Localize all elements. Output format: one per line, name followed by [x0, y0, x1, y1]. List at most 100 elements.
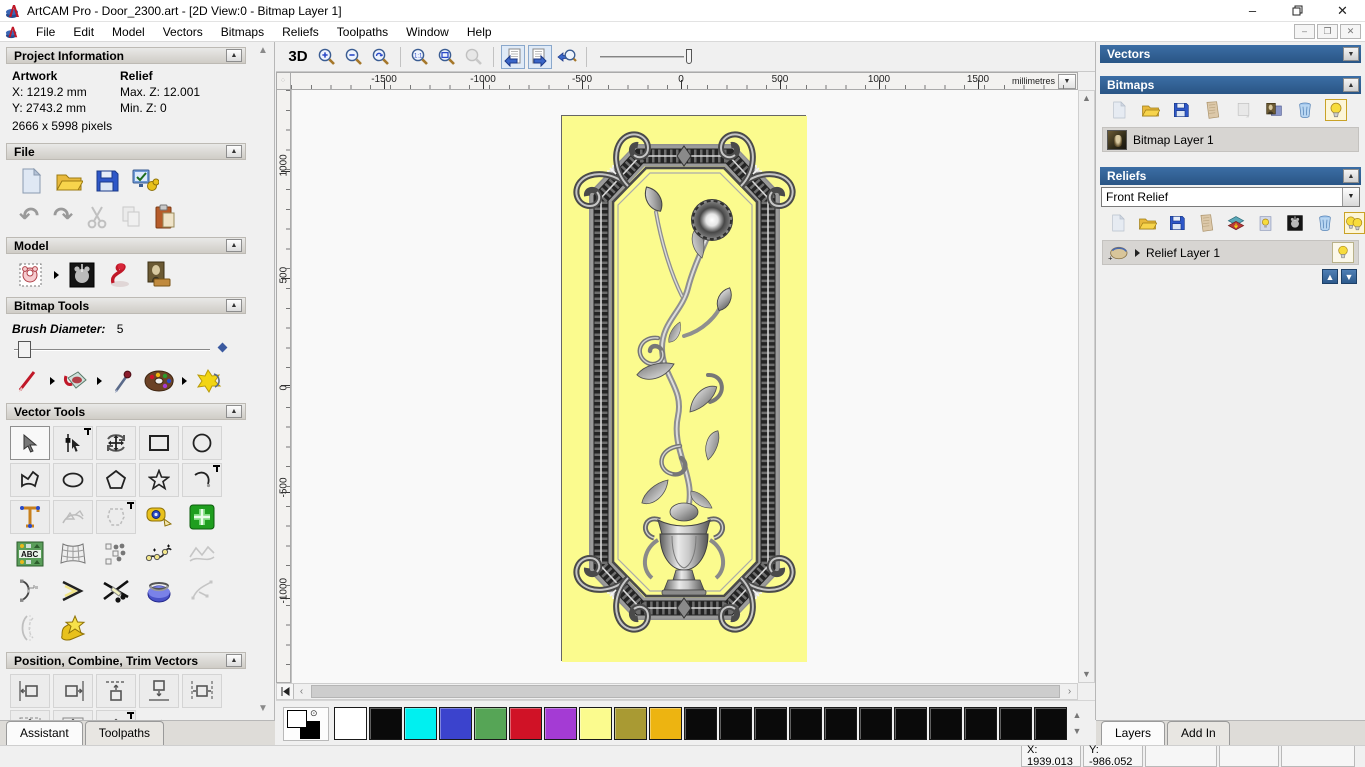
tool-block-paste[interactable] [96, 537, 136, 571]
menu-edit[interactable]: Edit [64, 23, 103, 41]
relief-sheet-visibility-button[interactable] [1256, 212, 1277, 234]
scatter-copies-button[interactable] [139, 710, 179, 720]
zoom-out-button[interactable] [342, 45, 366, 69]
scan-relief-button[interactable] [1197, 212, 1218, 234]
open-relief-layer-button[interactable] [1138, 212, 1159, 234]
collapse-bitmaps-button[interactable]: ▲ [1343, 78, 1359, 92]
minimize-button[interactable]: – [1230, 0, 1275, 21]
tool-create-arc[interactable] [182, 463, 222, 497]
zoom-fit-button[interactable] [435, 45, 459, 69]
align-top-button[interactable] [96, 674, 136, 708]
nesting-button[interactable]: Nes [182, 710, 222, 721]
flood-fill-bucket-button[interactable] [61, 368, 91, 394]
relief-layer-visibility-button[interactable] [1332, 242, 1354, 263]
palette-swatch[interactable] [439, 707, 472, 740]
scroll-down-icon[interactable]: ▼ [1079, 667, 1094, 682]
palette-scroll-up-icon[interactable]: ▲ [1069, 707, 1085, 723]
tool-offset-vector[interactable] [10, 611, 50, 645]
palette-scrollbar[interactable]: ▲ ▼ [1069, 707, 1085, 741]
light-material-button[interactable] [103, 260, 137, 290]
flood-fill-flyout-arrow[interactable] [97, 377, 102, 385]
collapse-project-information-button[interactable]: ▲ [226, 49, 242, 62]
tool-create-polygon[interactable] [96, 463, 136, 497]
slider-handle[interactable] [18, 341, 31, 358]
tab-layers[interactable]: Layers [1101, 721, 1166, 745]
tool-create-rectangle[interactable] [139, 426, 179, 460]
tool-node-fit[interactable] [182, 574, 222, 608]
ruler-units-dropdown-button[interactable]: ▼ [1058, 74, 1076, 89]
canvas-2d-view[interactable] [291, 90, 1078, 683]
zoom-previous-button[interactable] [369, 45, 393, 69]
previous-bitmap-layer-button[interactable] [501, 44, 525, 69]
center-both-button[interactable] [53, 710, 93, 720]
fade-slider-handle[interactable] [686, 48, 692, 64]
load-bitmap-button[interactable] [141, 260, 175, 290]
collapse-bitmap-tools-button[interactable]: ▲ [226, 299, 242, 312]
relief-layer-row[interactable]: + Relief Layer 1 [1102, 240, 1359, 265]
palette-swatch[interactable] [649, 707, 682, 740]
palette-swatch[interactable] [404, 707, 437, 740]
scroll-right-icon[interactable]: › [1062, 686, 1077, 697]
palette-scroll-down-icon[interactable]: ▼ [1069, 723, 1085, 739]
palette-swatch[interactable] [964, 707, 997, 740]
save-file-button[interactable] [90, 166, 124, 196]
collapse-position-button[interactable]: ▲ [226, 654, 242, 667]
redo-button[interactable]: ↷ [48, 204, 78, 230]
scroll-left-icon[interactable]: ‹ [294, 686, 309, 697]
palette-swatch[interactable] [684, 707, 717, 740]
tool-fit-chevron[interactable] [53, 574, 93, 608]
bitmap-fade-slider[interactable] [600, 47, 696, 67]
tab-assistant[interactable]: Assistant [6, 721, 83, 745]
tool-select[interactable] [10, 426, 50, 460]
tool-paste-special[interactable] [182, 500, 222, 534]
toggle-bitmap-visibility-button[interactable] [1325, 99, 1347, 121]
switch-to-3d-button[interactable]: 3D [284, 45, 312, 69]
ruler-origin-button[interactable]: ⁘ [276, 72, 291, 90]
tool-create-text[interactable] [10, 500, 50, 534]
tool-wrap-text[interactable] [96, 500, 136, 534]
open-file-button[interactable] [52, 166, 86, 196]
align-left-button[interactable] [10, 674, 50, 708]
open-bitmap-layer-button[interactable] [1139, 99, 1161, 121]
align-right-button[interactable] [53, 674, 93, 708]
zoom-1to1-button[interactable]: 1:1 [408, 45, 432, 69]
menu-bitmaps[interactable]: Bitmaps [212, 23, 273, 41]
collapse-file-button[interactable]: ▲ [226, 145, 242, 158]
palette-swatch[interactable] [859, 707, 892, 740]
close-button[interactable]: ✕ [1320, 0, 1365, 21]
zoom-object-button[interactable] [462, 45, 486, 69]
center-vertical-button[interactable] [96, 710, 136, 720]
menu-reliefs[interactable]: Reliefs [273, 23, 328, 41]
tool-create-star[interactable] [139, 463, 179, 497]
palette-swatch[interactable] [894, 707, 927, 740]
brush-diameter-slider[interactable] [10, 340, 238, 360]
scroll-up-icon[interactable]: ▲ [1079, 91, 1094, 106]
mdi-close-button[interactable]: ✕ [1340, 24, 1361, 39]
menu-help[interactable]: Help [458, 23, 501, 41]
zoom-back-button[interactable] [555, 45, 579, 69]
mdi-minimize-button[interactable]: – [1294, 24, 1315, 39]
tool-text-on-curve[interactable] [53, 500, 93, 534]
edit-model-button[interactable] [14, 260, 48, 290]
paste-button[interactable] [150, 204, 180, 230]
palette-swatch[interactable] [579, 707, 612, 740]
tool-paste-along-curve[interactable] [139, 537, 179, 571]
palette-swatch[interactable] [614, 707, 647, 740]
save-relief-layer-button[interactable] [1167, 212, 1188, 234]
palette-button[interactable] [142, 366, 176, 396]
restore-button[interactable] [1275, 0, 1320, 21]
stack-relief-layers-button[interactable] [1226, 212, 1247, 234]
zoom-in-button[interactable] [315, 45, 339, 69]
center-in-page-button[interactable] [10, 710, 50, 720]
menu-model[interactable]: Model [103, 23, 154, 41]
expand-vectors-button[interactable]: ▼ [1343, 47, 1359, 61]
scrollbar-thumb[interactable] [311, 685, 1060, 698]
menu-window[interactable]: Window [397, 23, 458, 41]
new-bitmap-layer-button[interactable] [1108, 99, 1130, 121]
scroll-down-icon[interactable]: ▼ [256, 702, 270, 716]
scan-bitmap-button[interactable] [1201, 99, 1223, 121]
center-horizontal-button[interactable] [182, 674, 222, 708]
model-properties-button[interactable] [128, 166, 162, 196]
tool-text-block[interactable]: ABC [10, 537, 50, 571]
palette-swatch[interactable] [509, 707, 542, 740]
